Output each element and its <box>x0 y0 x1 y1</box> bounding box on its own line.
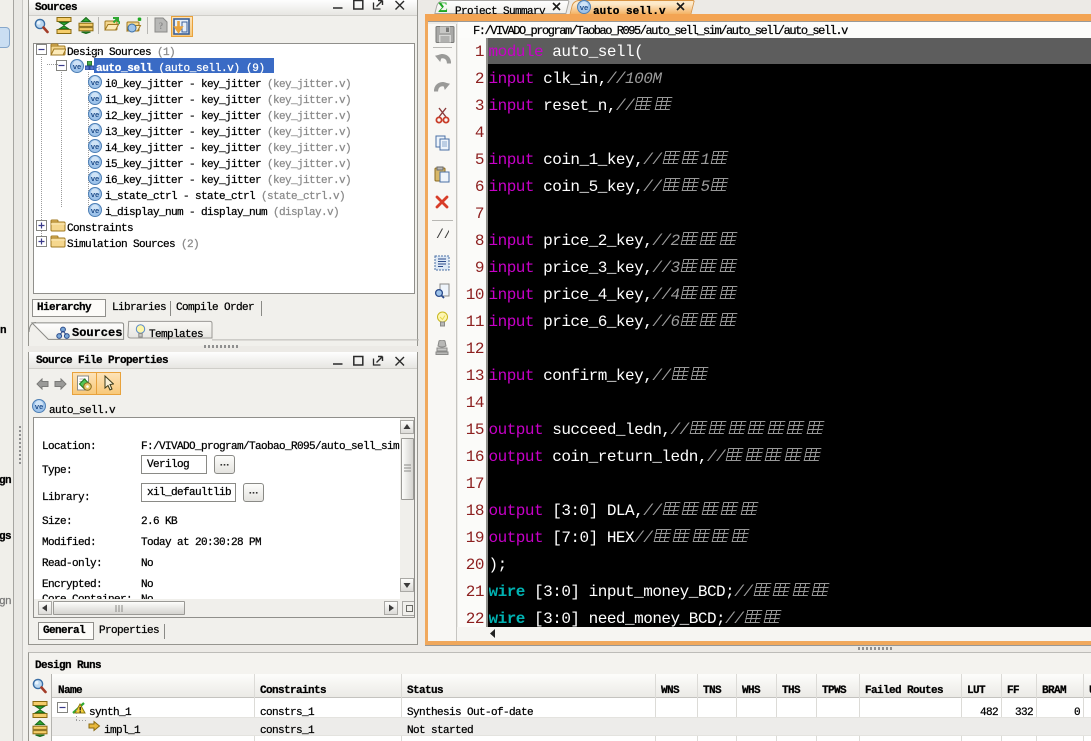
svg-text:?: ? <box>159 21 164 31</box>
svg-text:ve: ve <box>73 62 81 71</box>
svg-text:ve: ve <box>580 3 588 12</box>
svg-text://: // <box>436 227 449 241</box>
svg-text:ve: ve <box>91 78 99 87</box>
svg-text:ve: ve <box>35 402 43 411</box>
svg-text:ve: ve <box>91 110 99 119</box>
svg-text:ve: ve <box>91 126 99 135</box>
svg-text:ve: ve <box>91 142 99 151</box>
svg-text:Σ: Σ <box>438 0 448 14</box>
svg-text:ve: ve <box>91 174 99 183</box>
svg-text:ve: ve <box>91 94 99 103</box>
svg-text:ve: ve <box>91 158 99 167</box>
svg-text:ve: ve <box>91 206 99 215</box>
svg-text:ve: ve <box>91 190 99 199</box>
